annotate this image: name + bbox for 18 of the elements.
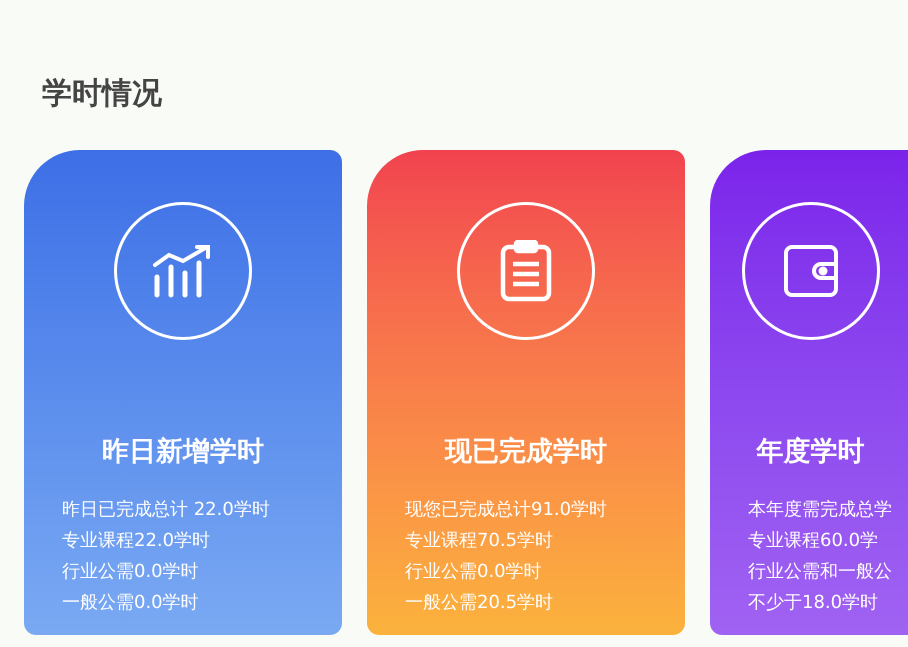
hours-line: 本年度需完成总学 [748, 498, 893, 522]
section-heading: 学时情况 [42, 75, 163, 113]
card-title: 年度学时 [756, 435, 864, 469]
hours-line: 专业课程60.0学 [748, 529, 880, 553]
hours-line: 一般公需0.0学时 [62, 591, 200, 615]
hours-line: 现您已完成总计91.0学时 [405, 498, 608, 522]
card-title: 昨日新增学时 [102, 435, 264, 469]
clipboard-list-icon [500, 240, 552, 302]
hours-line: 行业公需0.0学时 [62, 560, 200, 584]
hours-line: 专业课程70.5学时 [405, 529, 554, 553]
card-title: 现已完成学时 [445, 435, 607, 469]
wallet-icon [782, 244, 838, 298]
hours-line: 昨日已完成总计 22.0学时 [62, 498, 271, 522]
hours-line: 一般公需20.5学时 [405, 591, 554, 615]
hours-line: 专业课程22.0学时 [62, 529, 212, 553]
hours-line: 不少于18.0学时 [748, 591, 880, 615]
hours-line: 行业公需0.0学时 [405, 560, 543, 584]
hours-line: 行业公需和一般公 [748, 560, 893, 584]
